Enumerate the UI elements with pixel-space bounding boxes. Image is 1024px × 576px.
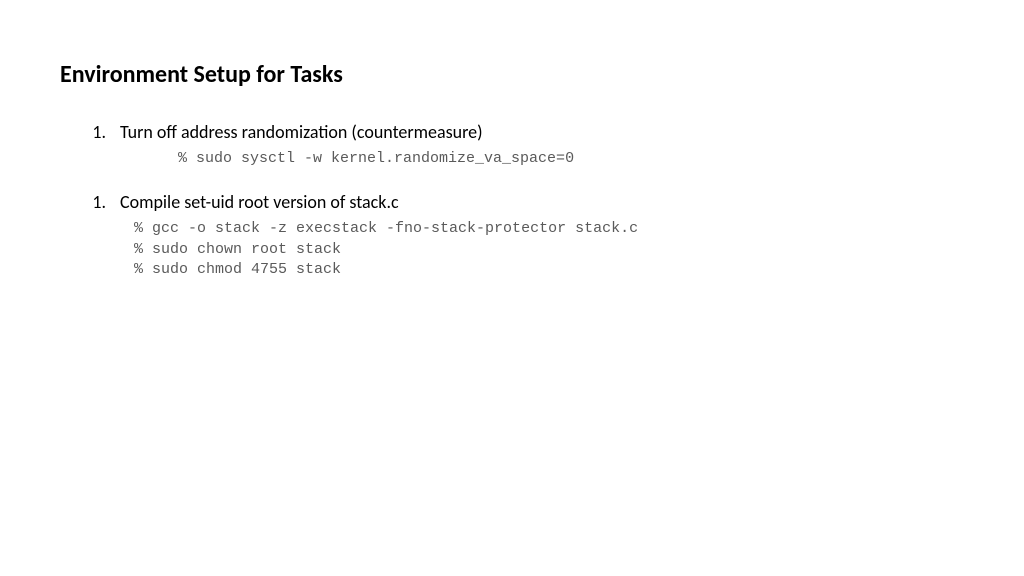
- item-text: Turn off address randomization (counterm…: [120, 121, 483, 143]
- page-title: Environment Setup for Tasks: [60, 60, 964, 89]
- code-block: % gcc -o stack -z execstack -fno-stack-p…: [134, 219, 964, 280]
- code-line: % sudo sysctl -w kernel.randomize_va_spa…: [178, 149, 964, 169]
- code-line: % gcc -o stack -z execstack -fno-stack-p…: [134, 219, 964, 239]
- list-item: 1. Compile set-uid root version of stack…: [90, 191, 964, 280]
- list-item: 1. Turn off address randomization (count…: [90, 121, 964, 169]
- item-number: 1.: [90, 121, 120, 143]
- code-line: % sudo chown root stack: [134, 240, 964, 260]
- code-block: % sudo sysctl -w kernel.randomize_va_spa…: [178, 149, 964, 169]
- code-line: % sudo chmod 4755 stack: [134, 260, 964, 280]
- item-number: 1.: [90, 191, 120, 213]
- item-text: Compile set-uid root version of stack.c: [120, 191, 399, 213]
